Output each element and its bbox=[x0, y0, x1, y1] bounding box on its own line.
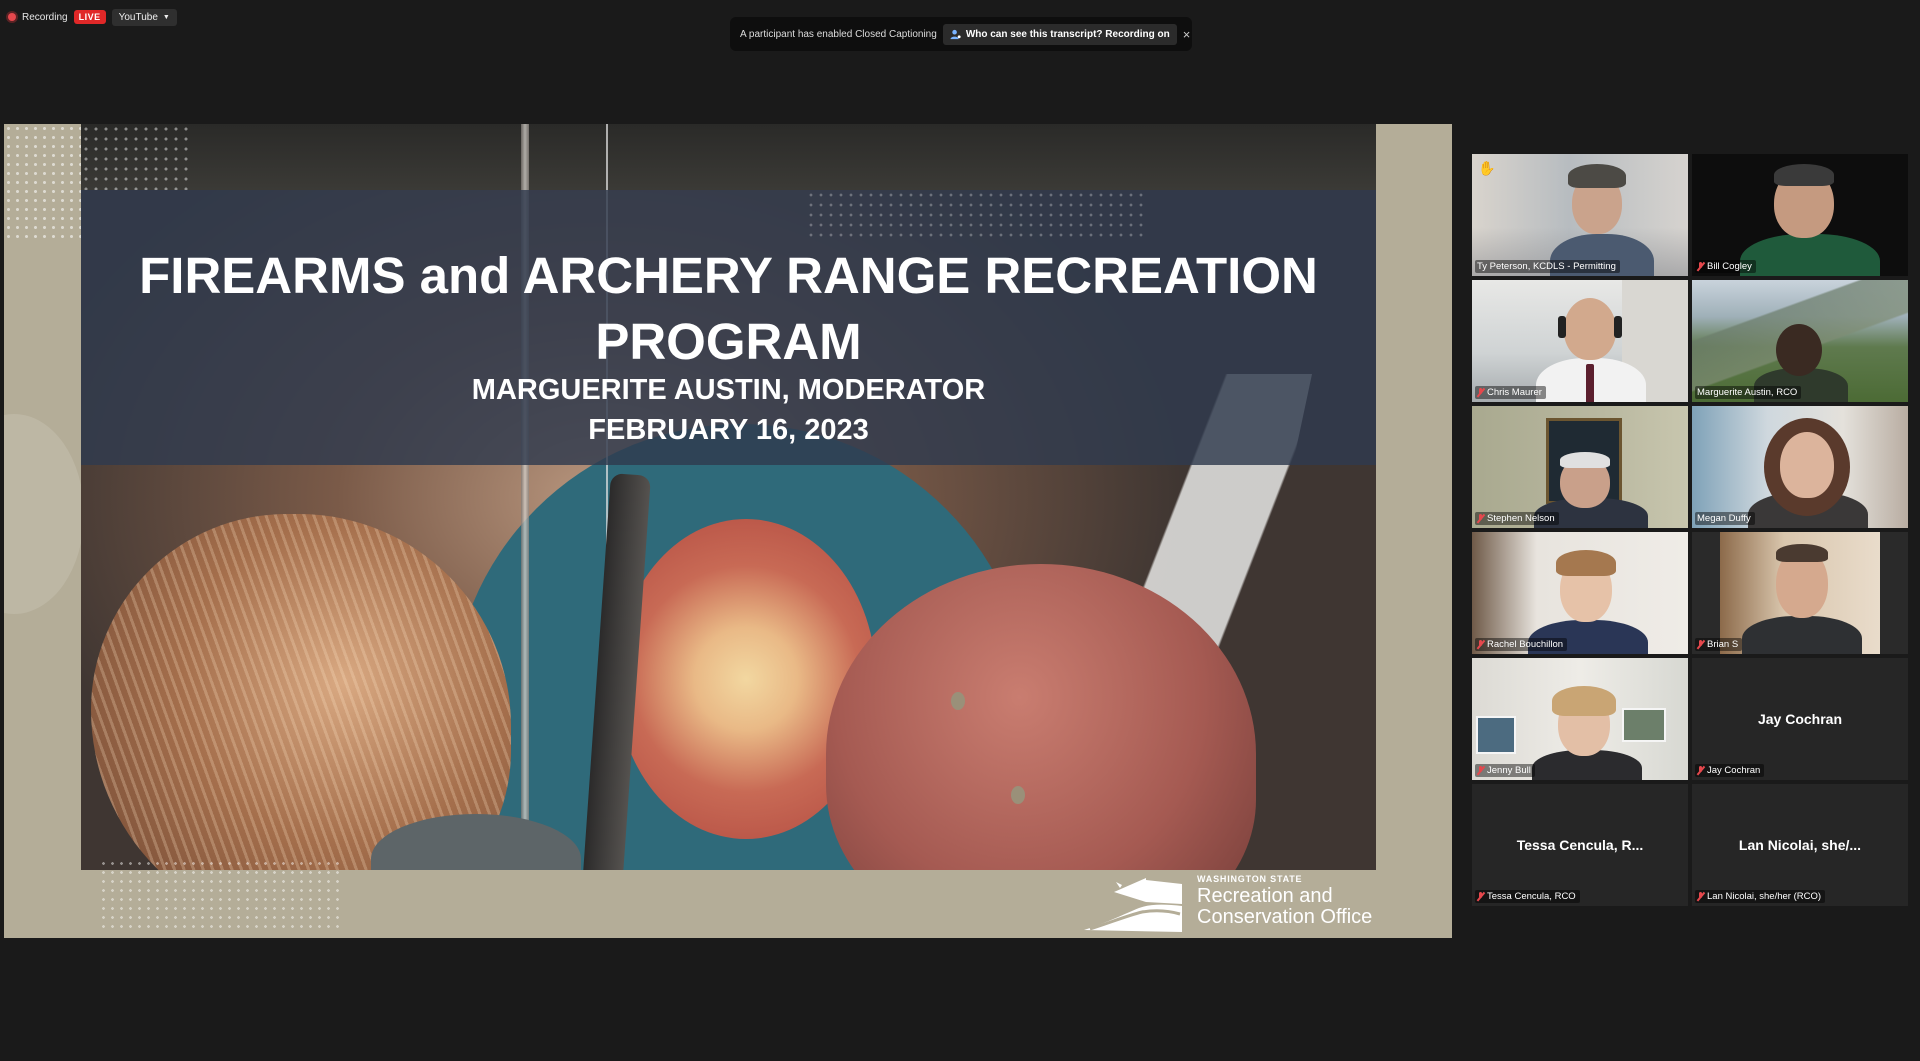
participant-tile[interactable]: Bill Cogley bbox=[1692, 154, 1908, 276]
participant-tile[interactable]: Megan Duffy bbox=[1692, 406, 1908, 528]
participant-name: Ty Peterson, KCDLS - Permitting bbox=[1477, 261, 1616, 272]
logo-line-1: Recreation and bbox=[1197, 885, 1333, 907]
participant-name: Jay Cochran bbox=[1707, 765, 1761, 776]
mic-muted-icon bbox=[1697, 262, 1704, 271]
decorative-blob bbox=[4, 414, 84, 614]
stream-target-button[interactable]: YouTube ▼ bbox=[111, 8, 177, 26]
participant-tile-no-video[interactable]: Jay Cochran Jay Cochran bbox=[1692, 658, 1908, 780]
close-icon[interactable]: × bbox=[1183, 27, 1191, 42]
participant-name: Lan Nicolai, she/her (RCO) bbox=[1707, 891, 1822, 902]
participant-name: Chris Maurer bbox=[1487, 387, 1542, 398]
recording-label: Recording bbox=[22, 11, 68, 23]
participant-name: Marguerite Austin, RCO bbox=[1697, 387, 1798, 398]
shared-screen-slide: FIREARMS and ARCHERY RANGE RECREATION PR… bbox=[4, 124, 1452, 938]
rco-logo: WASHINGTON STATE Recreation and Conserva… bbox=[1084, 874, 1372, 934]
logo-state: WASHINGTON STATE bbox=[1197, 874, 1303, 884]
live-badge[interactable]: LIVE bbox=[73, 10, 106, 24]
participant-name: Megan Duffy bbox=[1697, 513, 1751, 524]
mic-muted-icon bbox=[1477, 892, 1484, 901]
closed-caption-banner: A participant has enabled Closed Caption… bbox=[730, 17, 1192, 51]
participant-name: Jenny Bull bbox=[1487, 765, 1531, 776]
mic-muted-icon bbox=[1697, 766, 1704, 775]
participant-name: Rachel Bouchillon bbox=[1487, 639, 1564, 650]
mic-muted-icon bbox=[1477, 766, 1484, 775]
decorative-dots bbox=[99, 859, 339, 934]
mic-muted-icon bbox=[1697, 640, 1704, 649]
mic-muted-icon bbox=[1477, 514, 1484, 523]
mic-muted-icon bbox=[1697, 892, 1704, 901]
transcript-link-label: Who can see this transcript? Recording o… bbox=[965, 28, 1170, 40]
logo-line-2: Conservation Office bbox=[1197, 906, 1373, 928]
participant-tile-no-video[interactable]: Tessa Cencula, R... Tessa Cencula, RCO bbox=[1472, 784, 1688, 906]
recording-dot-icon bbox=[8, 13, 16, 21]
participant-tile[interactable]: ✋ Ty Peterson, KCDLS - Permitting bbox=[1472, 154, 1688, 276]
meeting-toolbar-area bbox=[0, 1000, 1920, 1061]
participant-tile[interactable]: Stephen Nelson bbox=[1472, 406, 1688, 528]
participant-name: Stephen Nelson bbox=[1487, 513, 1555, 524]
cc-message: A participant has enabled Closed Caption… bbox=[740, 28, 937, 40]
participant-tile-active-speaker[interactable]: Marguerite Austin, RCO bbox=[1692, 280, 1908, 402]
participant-display-name: Tessa Cencula, R... bbox=[1516, 837, 1644, 853]
slide-date: FEBRUARY 16, 2023 bbox=[588, 414, 869, 446]
participant-name: Tessa Cencula, RCO bbox=[1487, 891, 1576, 902]
transcript-visibility-link[interactable]: Who can see this transcript? Recording o… bbox=[942, 23, 1177, 45]
mic-muted-icon bbox=[1477, 640, 1484, 649]
rco-logo-icon bbox=[1084, 874, 1189, 934]
participant-display-name: Jay Cochran bbox=[1757, 711, 1843, 727]
user-icon bbox=[950, 29, 961, 39]
recording-indicator[interactable]: Recording LIVE YouTube ▼ bbox=[8, 8, 177, 26]
participant-tile[interactable]: Jenny Bull bbox=[1472, 658, 1688, 780]
slide-subtitle: MARGUERITE AUSTIN, MODERATOR bbox=[471, 374, 986, 406]
participant-tile[interactable]: Brian S bbox=[1692, 532, 1908, 654]
stream-target-label: YouTube bbox=[118, 11, 158, 23]
participant-tile[interactable]: Rachel Bouchillon bbox=[1472, 532, 1688, 654]
chevron-down-icon: ▼ bbox=[162, 13, 170, 21]
slide-title: FIREARMS and ARCHERY RANGE RECREATION PR… bbox=[139, 247, 1318, 370]
raised-hand-icon: ✋ bbox=[1478, 160, 1496, 176]
mic-muted-icon bbox=[1477, 388, 1484, 397]
participant-tile[interactable]: Chris Maurer bbox=[1472, 280, 1688, 402]
participant-name: Bill Cogley bbox=[1707, 261, 1752, 272]
participant-tile-no-video[interactable]: Lan Nicolai, she/... Lan Nicolai, she/he… bbox=[1692, 784, 1908, 906]
participant-name: Brian S bbox=[1707, 639, 1739, 650]
participant-display-name: Lan Nicolai, she/... bbox=[1738, 837, 1862, 853]
